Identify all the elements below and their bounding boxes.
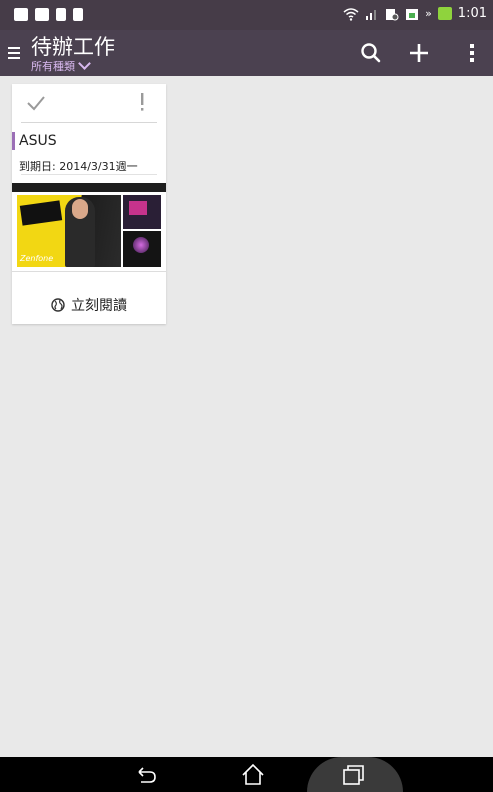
drawer-menu-icon[interactable] [8, 47, 20, 59]
wifi-icon [343, 7, 359, 21]
sim-icon [56, 8, 66, 21]
app-bar: 待辦工作 所有種類 [0, 30, 493, 76]
thumbnail-footer-line [12, 271, 166, 272]
clock: 1:01 [457, 6, 487, 21]
calendar-icon [406, 8, 419, 20]
thumbnail-side-banner [123, 195, 161, 229]
category-filter[interactable]: 所有種類 [31, 57, 91, 74]
sync-icon [386, 8, 399, 20]
thumbnail-brand-text: Zenfone [20, 254, 54, 263]
globe-icon [51, 298, 65, 312]
search-icon[interactable] [358, 40, 384, 66]
gallery-icon [14, 8, 28, 21]
signal-icon [366, 9, 377, 20]
recent-apps-icon[interactable] [341, 762, 367, 788]
priority-icon[interactable] [139, 92, 145, 112]
webpage-thumbnail[interactable]: Zenfone [12, 183, 166, 287]
status-bar: » 1:01 [0, 0, 493, 30]
add-icon[interactable] [406, 40, 432, 66]
page-title[interactable]: 待辦工作 [31, 35, 115, 59]
more-vert-icon[interactable] [459, 40, 485, 66]
thumbnail-navbar [12, 183, 166, 192]
home-icon[interactable] [240, 762, 266, 788]
navigation-bar [0, 757, 493, 792]
read-now-label: 立刻閱讀 [71, 298, 127, 314]
chevron-more-icon: » [425, 7, 432, 20]
check-icon[interactable] [26, 94, 46, 112]
camera-icon [35, 8, 49, 21]
task-card-header [12, 84, 166, 122]
system-icons: » 1:01 [343, 6, 487, 21]
chevron-down-icon [78, 57, 91, 70]
file-icon [73, 8, 83, 21]
category-color-bar [12, 132, 15, 150]
back-icon[interactable] [133, 762, 159, 788]
battery-charging-icon [437, 7, 452, 20]
thumbnail-side-banner [123, 231, 161, 267]
task-title: ASUS [19, 133, 57, 149]
task-card[interactable]: ASUS 到期日: 2014/3/31週一 Zenfone 立刻閱讀 [12, 84, 166, 324]
read-now-button[interactable]: 立刻閱讀 [12, 294, 166, 316]
task-due-date: 到期日: 2014/3/31週一 [19, 160, 138, 173]
notification-icons [14, 8, 83, 21]
category-filter-label: 所有種類 [31, 60, 75, 73]
divider [21, 122, 157, 123]
divider [21, 174, 157, 175]
